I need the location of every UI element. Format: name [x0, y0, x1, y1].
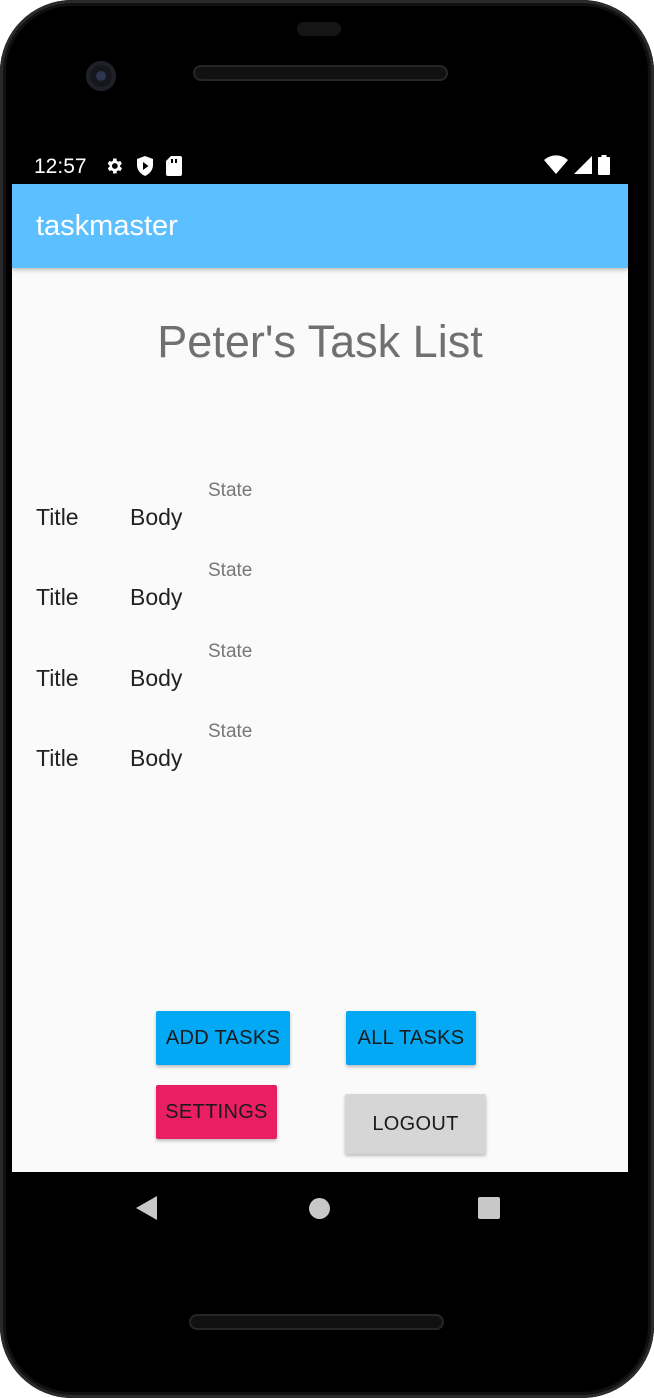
- task-list-item[interactable]: Title Body State: [12, 713, 628, 783]
- sd-card-icon: [166, 156, 182, 176]
- status-time: 12:57: [34, 155, 87, 178]
- wifi-icon: [544, 155, 568, 174]
- page-title: Peter's Task List: [157, 316, 483, 367]
- task-title: Title: [36, 745, 79, 771]
- app-screen: taskmaster Peter's Task List Title Body …: [12, 184, 628, 1172]
- task-state: State: [208, 560, 253, 581]
- top-speaker-grille: [193, 65, 448, 81]
- proximity-sensor: [297, 22, 341, 36]
- task-title: Title: [36, 584, 79, 610]
- task-title: Title: [36, 504, 79, 530]
- recents-icon[interactable]: [478, 1197, 500, 1219]
- task-list-item[interactable]: Title Body State: [12, 633, 628, 703]
- task-title: Title: [36, 665, 79, 691]
- add-tasks-button[interactable]: ADD TASKS: [156, 1011, 290, 1065]
- back-icon[interactable]: [136, 1196, 157, 1220]
- task-list-item[interactable]: Title Body State: [12, 472, 628, 542]
- task-body: Body: [130, 584, 183, 610]
- task-body: Body: [130, 745, 183, 771]
- app-title: taskmaster: [36, 210, 178, 242]
- task-state: State: [208, 480, 253, 501]
- task-list-item[interactable]: Title Body State: [12, 552, 628, 622]
- logout-button[interactable]: LOGOUT: [345, 1094, 486, 1154]
- status-bar: 12:57: [12, 145, 628, 184]
- settings-gear-icon: [107, 158, 122, 174]
- settings-button[interactable]: SETTINGS: [156, 1085, 277, 1139]
- bottom-speaker-grille: [189, 1314, 444, 1330]
- home-icon[interactable]: [309, 1198, 330, 1219]
- app-bar: taskmaster: [12, 184, 628, 268]
- task-state: State: [208, 641, 253, 662]
- front-camera: [86, 61, 116, 91]
- task-body: Body: [130, 665, 183, 691]
- task-state: State: [208, 721, 253, 742]
- shield-play-icon: [137, 156, 153, 176]
- task-body: Body: [130, 504, 183, 530]
- system-nav-bar: [12, 1172, 628, 1244]
- phone-frame: 12:57 taskmaster Peter's Task List Title…: [0, 0, 654, 1398]
- battery-icon: [598, 155, 610, 175]
- all-tasks-button[interactable]: ALL TASKS: [346, 1011, 476, 1065]
- cell-signal-icon: [574, 156, 592, 174]
